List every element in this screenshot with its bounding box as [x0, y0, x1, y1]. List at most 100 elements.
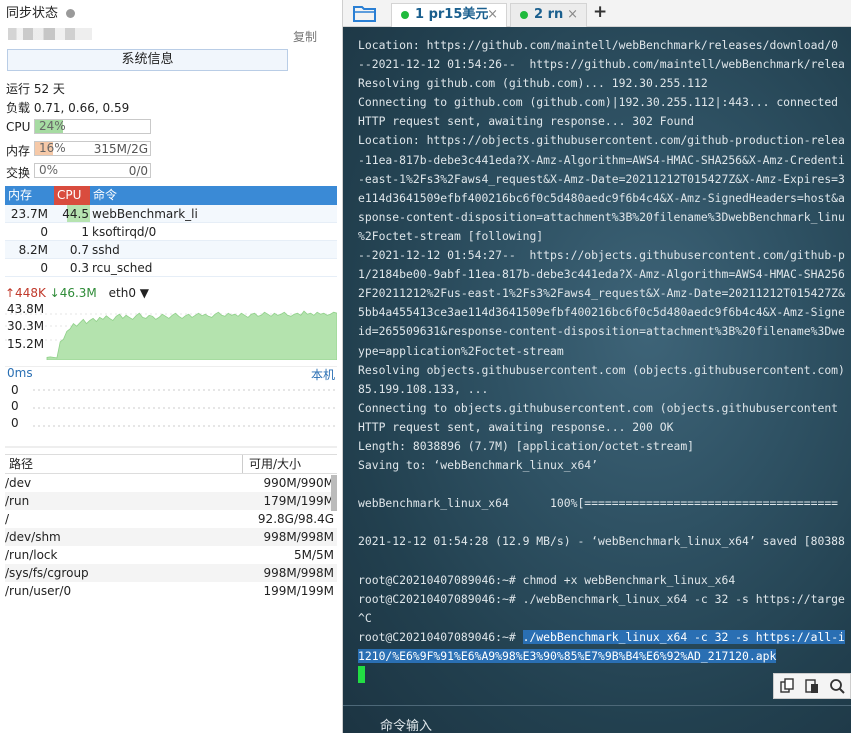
table-row[interactable]: /dev 990M/990M: [5, 474, 337, 492]
net-interface-select[interactable]: eth0 ▼: [109, 286, 149, 300]
disk-table: 路径 可用/大小 /dev 990M/990M /run 179M/199M / 92…: [5, 454, 337, 619]
disk-scrollbar[interactable]: [331, 475, 337, 511]
chevron-down-icon: ▼: [139, 286, 150, 300]
ping-row: 0: [11, 416, 19, 430]
sync-status: 同步状态: [6, 2, 76, 21]
selected-text: ./webBenchmark_linux_x64 -c 32 -s https:…: [522, 629, 845, 644]
disk-usage: 998M/998M: [263, 566, 334, 580]
cpu-bar: 24%: [34, 119, 151, 134]
terminal-line: Saving to: ‘webBenchmark_linux_x64’: [358, 458, 599, 473]
process-cpu: 0.7: [69, 243, 89, 257]
net-interface-label: eth0: [108, 286, 136, 300]
terminal-line: root@C20210407089046:~# ./webBenchmark_l…: [358, 591, 845, 606]
terminal-line: Location: https://github.com/maintell/we…: [358, 38, 839, 52]
process-cpu: 44.5: [52, 205, 90, 222]
tab-session-2[interactable]: 2 rn ×: [510, 3, 587, 27]
terminal-line: ype=application%2Foctet-stream: [358, 343, 564, 358]
disk-usage: 92.8G/98.4G: [257, 512, 334, 526]
paste-icon[interactable]: [799, 674, 824, 698]
process-table: 内存 CPU 命令 23.7M 44.5 webBenchmark_li 0 1…: [5, 186, 337, 277]
ping-row: 0: [11, 399, 19, 413]
swap-value: 0/0: [128, 164, 148, 178]
terminal-line: Length: 8038896 (7.7M) [application/octe…: [358, 438, 695, 453]
disk-usage: 990M/990M: [263, 476, 334, 490]
process-cpu: 1: [81, 225, 89, 239]
disk-col-usage[interactable]: 可用/大小: [243, 455, 337, 473]
table-row[interactable]: / 92.8G/98.4G: [5, 510, 337, 528]
terminal-prompt: root@C20210407089046:~#: [358, 629, 523, 644]
close-icon[interactable]: ×: [567, 4, 578, 26]
search-icon[interactable]: [825, 674, 850, 698]
net-download-area: [46, 310, 338, 361]
disk-path: /dev: [5, 476, 32, 490]
terminal-line: 5bb4a455413ce3ae114d3641509efbf400216bc6…: [358, 305, 845, 320]
terminal-output[interactable]: Location: https://github.com/maintell/we…: [358, 36, 851, 696]
disk-usage: 179M/199M: [263, 494, 334, 508]
process-col-cpu[interactable]: CPU: [54, 186, 90, 205]
session-status-dot-icon: [520, 10, 528, 19]
terminal-line: HTTP request sent, awaiting response... …: [358, 114, 695, 129]
terminal-panel: 1 pr15美元 × 2 rn × + Location: https://gi…: [343, 0, 851, 733]
disk-col-path[interactable]: 路径: [5, 455, 243, 473]
table-row[interactable]: /run/lock 5M/5M: [5, 546, 337, 564]
tab-session-1[interactable]: 1 pr15美元 ×: [391, 3, 507, 27]
load-text: 负载 0.71, 0.66, 0.59: [6, 101, 130, 115]
table-row[interactable]: 8.2M 0.7 sshd: [5, 241, 337, 259]
close-icon[interactable]: ×: [487, 4, 498, 26]
table-row[interactable]: 0 1 ksoftirqd/0: [5, 223, 337, 241]
table-row[interactable]: 0 0.3 rcu_sched: [5, 259, 337, 277]
terminal-lines: Location: https://github.com/maintell/we…: [358, 36, 851, 628]
disk-path: /sys/fs/cgroup: [5, 566, 89, 580]
process-col-cmd[interactable]: 命令: [90, 186, 337, 205]
process-rows: 23.7M 44.5 webBenchmark_li 0 1 ksoftirqd…: [5, 205, 337, 277]
swap-label: 交换: [6, 166, 31, 180]
terminal-line: Resolving github.com (github.com)... 192…: [358, 76, 708, 91]
terminal-line: 2021-12-12 01:54:28 (12.9 MB/s) - ‘webBe…: [358, 534, 845, 549]
session-status-dot-icon: [401, 10, 409, 19]
disk-path: /: [5, 512, 10, 526]
copy-icon[interactable]: [774, 674, 799, 698]
network-summary: ↑448K ↓46.3M eth0 ▼: [5, 286, 149, 300]
disk-usage: 5M/5M: [293, 548, 334, 562]
system-info-button[interactable]: 系统信息: [7, 49, 288, 71]
table-row[interactable]: /run 179M/199M: [5, 492, 337, 510]
net-tick-1: 43.8M: [7, 302, 45, 316]
process-cmd: rcu_sched: [92, 261, 153, 275]
command-input-label: 命令输入: [380, 719, 433, 733]
process-col-mem[interactable]: 内存: [5, 186, 54, 205]
disk-table-header: 路径 可用/大小: [5, 455, 337, 474]
process-mem: 23.7M: [10, 207, 48, 221]
tab-label: 1 pr15美元: [415, 7, 489, 22]
table-row[interactable]: /run/user/0 199M/199M: [5, 582, 337, 600]
command-input-bar[interactable]: 命令输入: [343, 705, 851, 733]
ping-target-select[interactable]: 本机: [311, 366, 335, 383]
terminal-line: e114d3641509efbf400216bc6f0c5d480aedc9f6…: [358, 190, 845, 205]
net-tick-2: 30.3M: [7, 319, 45, 333]
net-tick-3: 15.2M: [7, 337, 45, 351]
copy-button[interactable]: 复制: [293, 28, 317, 45]
disk-rows: /dev 990M/990M /run 179M/199M / 92.8G/98.4G…: [5, 474, 337, 600]
uptime-text: 运行 52 天: [6, 82, 65, 96]
left-panel: 同步状态 复制 系统信息 运行 52 天 负载 0.71, 0.66, 0.59…: [0, 0, 343, 733]
mem-pct: 16%: [39, 141, 66, 155]
process-mem: 0: [40, 261, 48, 275]
process-mem: 8.2M: [18, 243, 48, 257]
disk-path: /run/user/0: [5, 584, 72, 598]
add-tab-button[interactable]: +: [593, 2, 607, 22]
ping-panel: 0ms 本机 0 0 0: [5, 366, 337, 448]
terminal-line: HTTP request sent, awaiting response... …: [358, 419, 674, 434]
disk-path: /run/lock: [5, 548, 58, 562]
folder-icon[interactable]: [353, 4, 377, 22]
table-row[interactable]: /dev/shm 998M/998M: [5, 528, 337, 546]
table-row[interactable]: /sys/fs/cgroup 998M/998M: [5, 564, 337, 582]
terminal-line: Connecting to github.com (github.com)|19…: [358, 95, 839, 110]
process-mem: 0: [40, 225, 48, 239]
terminal-line: ^C: [358, 610, 372, 625]
terminal-line: Connecting to objects.githubusercontent.…: [358, 400, 839, 415]
net-upload: ↑448K: [5, 286, 46, 300]
sync-status-label: 同步状态: [6, 6, 59, 21]
table-row[interactable]: 23.7M 44.5 webBenchmark_li: [5, 205, 337, 223]
process-table-header: 内存 CPU 命令: [5, 186, 337, 205]
network-chart: 43.8M 30.3M 15.2M: [5, 302, 338, 361]
